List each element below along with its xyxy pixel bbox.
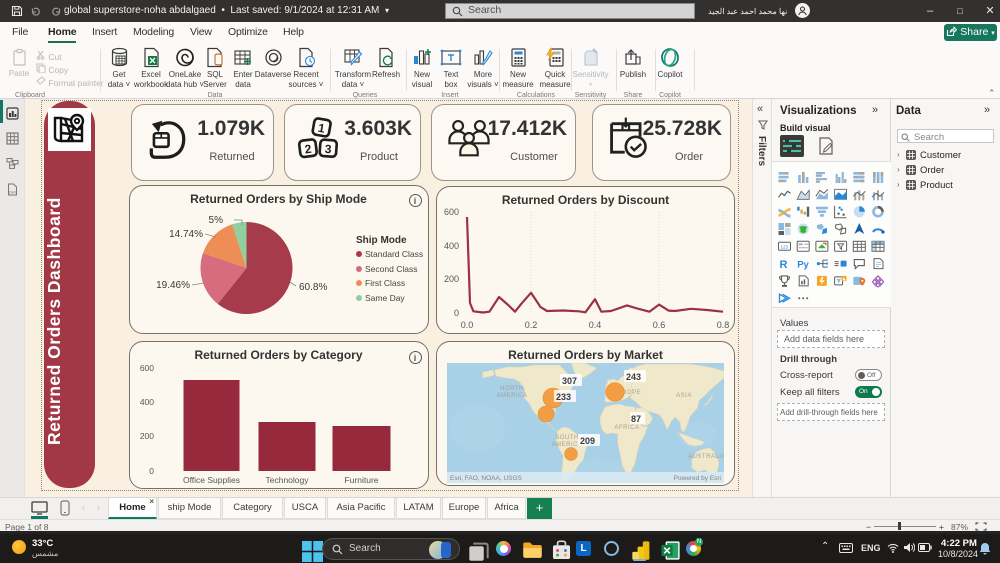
svg-text:200: 200 [444, 274, 459, 284]
svg-text:ASIA: ASIA [676, 393, 692, 399]
svg-text:0.2: 0.2 [525, 320, 538, 330]
svg-text:Esri, FAO, NOAA, USGS: Esri, FAO, NOAA, USGS [450, 475, 523, 482]
svg-text:DAX: DAX [9, 191, 17, 195]
svg-text:AUSTRALIA: AUSTRALIA [688, 454, 724, 460]
svg-text:First Class: First Class [365, 278, 405, 288]
svg-text:200: 200 [139, 431, 153, 441]
svg-text:400: 400 [444, 241, 459, 251]
svg-text:AMERICA: AMERICA [552, 442, 583, 448]
svg-text:Office Supplies: Office Supplies [182, 475, 239, 485]
svg-text:0: 0 [149, 466, 154, 476]
svg-text:0.4: 0.4 [589, 320, 602, 330]
svg-text:Same Day: Same Day [365, 293, 405, 303]
svg-text:AMERICA: AMERICA [497, 393, 528, 399]
svg-text:0.8: 0.8 [717, 320, 730, 330]
svg-text:123: 123 [781, 245, 789, 250]
svg-text:307: 307 [562, 376, 577, 386]
svg-text:NORTH: NORTH [500, 386, 524, 392]
svg-text:AFRICA: AFRICA [614, 425, 639, 431]
svg-text:600: 600 [139, 363, 153, 373]
svg-text:Second Class: Second Class [365, 264, 417, 274]
svg-text:233: 233 [556, 392, 571, 402]
svg-text:400: 400 [139, 397, 153, 407]
svg-text:19.46%: 19.46% [156, 280, 190, 291]
svg-text:R: R [780, 259, 788, 271]
svg-text:Furniture: Furniture [344, 475, 378, 485]
svg-text:0: 0 [454, 308, 459, 318]
svg-text:Standard Class: Standard Class [365, 249, 423, 259]
svg-text:Powered by Esri: Powered by Esri [674, 475, 721, 482]
svg-text:87: 87 [631, 414, 641, 424]
svg-text:0.0: 0.0 [461, 320, 474, 330]
svg-text:243: 243 [626, 372, 641, 382]
svg-text:3: 3 [324, 142, 332, 156]
svg-text:Py: Py [797, 260, 809, 271]
svg-text:209: 209 [580, 436, 595, 446]
svg-text:Technology: Technology [265, 475, 309, 485]
svg-text:0.6: 0.6 [653, 320, 666, 330]
svg-text:14.74%: 14.74% [169, 229, 203, 240]
svg-text:Ship Mode: Ship Mode [356, 235, 407, 246]
svg-text:5%: 5% [208, 215, 223, 226]
svg-text:600: 600 [444, 207, 459, 217]
svg-text:SOUTH: SOUTH [555, 435, 579, 441]
svg-text:60.8%: 60.8% [299, 282, 327, 293]
